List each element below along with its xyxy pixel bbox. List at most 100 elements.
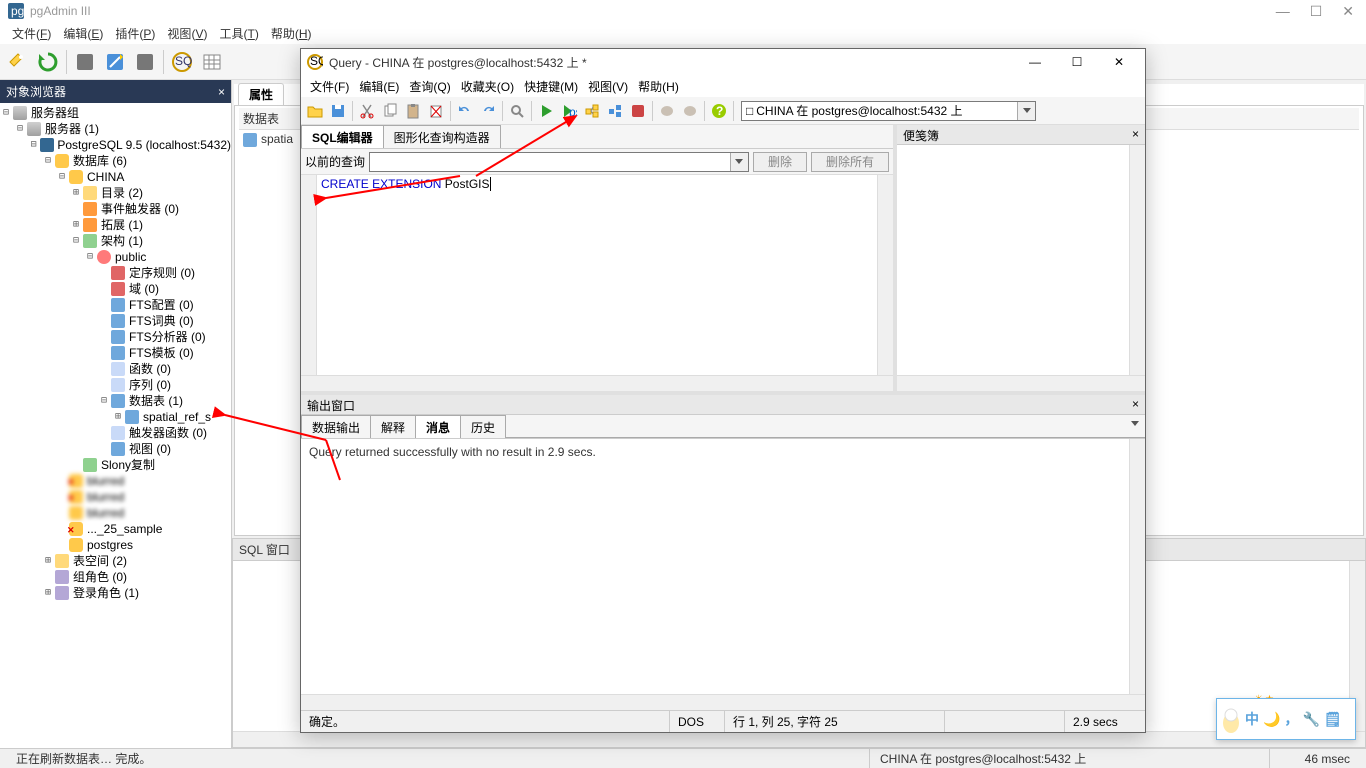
help-icon[interactable]: ? (708, 100, 730, 122)
query-close-button[interactable]: ✕ (1099, 51, 1139, 73)
properties-tab[interactable]: 属性 (238, 83, 284, 105)
create-icon[interactable] (101, 48, 129, 76)
ime-punct-icon[interactable]: ， (1284, 709, 1298, 729)
tree-domains[interactable]: 域 (0) (0, 281, 231, 297)
tree-servers[interactable]: ⊟服务器 (1) (0, 121, 231, 137)
panel-close-icon[interactable]: × (1132, 397, 1139, 412)
scrollbar-vertical[interactable] (1129, 439, 1145, 694)
menu-help[interactable]: 帮助(H) (265, 23, 318, 44)
tree-slony[interactable]: Slony复制 (0, 457, 231, 473)
menu-tools[interactable]: 工具(T) (213, 23, 264, 44)
refresh-icon[interactable] (34, 48, 62, 76)
paste-icon[interactable] (402, 100, 424, 122)
menu-plugins[interactable]: 插件(P) (109, 23, 161, 44)
tree-fts-template[interactable]: FTS模板 (0) (0, 345, 231, 361)
clear-icon[interactable] (425, 100, 447, 122)
scrollbar-vertical[interactable] (877, 175, 893, 375)
qmenu-edit[interactable]: 编辑(E) (354, 76, 404, 97)
tree-fts-config[interactable]: FTS配置 (0) (0, 297, 231, 313)
tree-catalogs[interactable]: ⊞目录 (2) (0, 185, 231, 201)
tree-server-pg95[interactable]: ⊟PostgreSQL 9.5 (localhost:5432) (0, 137, 231, 153)
scrollbar-horizontal[interactable] (301, 694, 1145, 710)
tree-tables[interactable]: ⊟数据表 (1) (0, 393, 231, 409)
scrollbar-vertical[interactable] (1129, 145, 1145, 375)
tree-db-postgres[interactable]: postgres (0, 537, 231, 553)
tree-db-blurred2[interactable]: blurred (0, 489, 231, 505)
delete-all-button[interactable]: 删除所有 (811, 152, 889, 172)
tree-schema-public[interactable]: ⊟public (0, 249, 231, 265)
properties-icon[interactable] (71, 48, 99, 76)
drop-icon[interactable] (131, 48, 159, 76)
tree-databases[interactable]: ⊟数据库 (6) (0, 153, 231, 169)
find-icon[interactable] (506, 100, 528, 122)
tree-db-sample[interactable]: ..._25_sample (0, 521, 231, 537)
output-body[interactable]: Query returned successfully with no resu… (301, 439, 1145, 710)
cancel-icon[interactable] (627, 100, 649, 122)
tree-db-blurred1[interactable]: blurred (0, 473, 231, 489)
tree-tablespaces[interactable]: ⊞表空间 (2) (0, 553, 231, 569)
ime-moon-icon[interactable]: 🌙 (1263, 711, 1280, 728)
rollback-icon[interactable] (679, 100, 701, 122)
tree-server-group[interactable]: ⊟服务器组 (0, 105, 231, 121)
panel-close-icon[interactable]: × (218, 85, 225, 99)
undo-icon[interactable] (454, 100, 476, 122)
tree-views[interactable]: 视图 (0) (0, 441, 231, 457)
menu-edit[interactable]: 编辑(E) (57, 23, 109, 44)
explain-analyze-icon[interactable] (604, 100, 626, 122)
close-button[interactable]: ✕ (1342, 3, 1354, 20)
commit-icon[interactable] (656, 100, 678, 122)
scrollbar-horizontal[interactable] (233, 731, 1365, 747)
delete-button[interactable]: 删除 (753, 152, 807, 172)
qmenu-file[interactable]: 文件(F) (305, 76, 354, 97)
connect-icon[interactable] (4, 48, 32, 76)
tree-db-blurred3[interactable]: blurred (0, 505, 231, 521)
ime-skin-icon[interactable]: 🗒 (1324, 711, 1342, 728)
panel-close-icon[interactable]: × (1132, 127, 1139, 142)
scratch-body[interactable] (897, 145, 1145, 391)
explain-icon[interactable] (581, 100, 603, 122)
tree-sequences[interactable]: 序列 (0) (0, 377, 231, 393)
qmenu-help[interactable]: 帮助(H) (633, 76, 684, 97)
sql-editor[interactable]: CREATE EXTENSION PostGIS (301, 175, 893, 391)
tree-event-triggers[interactable]: 事件触发器 (0) (0, 201, 231, 217)
sql-icon[interactable]: SQL (168, 48, 196, 76)
tree-group-roles[interactable]: 组角色 (0) (0, 569, 231, 585)
execute-pgscript-icon[interactable]: ps (558, 100, 580, 122)
query-minimize-button[interactable]: — (1015, 51, 1055, 73)
ime-settings-icon[interactable]: 🔧 (1302, 711, 1319, 728)
minimize-button[interactable]: — (1276, 3, 1290, 20)
tab-history[interactable]: 历史 (460, 415, 506, 438)
tree-login-roles[interactable]: ⊞登录角色 (1) (0, 585, 231, 601)
object-tree[interactable]: ⊟服务器组 ⊟服务器 (1) ⊟PostgreSQL 9.5 (localhos… (0, 103, 231, 748)
tab-explain[interactable]: 解释 (370, 415, 416, 438)
tab-sql-editor[interactable]: SQL编辑器 (301, 125, 384, 148)
tab-messages[interactable]: 消息 (415, 415, 461, 438)
copy-icon[interactable] (379, 100, 401, 122)
tree-table-spatial[interactable]: ⊞spatial_ref_s (0, 409, 231, 425)
tree-fts-dict[interactable]: FTS词典 (0) (0, 313, 231, 329)
tree-db-china[interactable]: ⊟CHINA (0, 169, 231, 185)
menu-file[interactable]: 文件(F) (6, 23, 57, 44)
chevron-down-icon[interactable] (1017, 102, 1035, 120)
save-icon[interactable] (327, 100, 349, 122)
tree-collations[interactable]: 定序规则 (0) (0, 265, 231, 281)
tree-fts-parser[interactable]: FTS分析器 (0) (0, 329, 231, 345)
tree-trigger-fns[interactable]: 触发器函数 (0) (0, 425, 231, 441)
execute-icon[interactable] (535, 100, 557, 122)
scrollbar-horizontal[interactable] (897, 375, 1145, 391)
qmenu-macros[interactable]: 快捷键(M) (519, 76, 583, 97)
qmenu-view[interactable]: 视图(V) (583, 76, 633, 97)
scrollbar-horizontal[interactable] (301, 375, 893, 391)
tab-data-output[interactable]: 数据输出 (301, 415, 371, 438)
qmenu-query[interactable]: 查询(Q) (404, 76, 455, 97)
view-data-icon[interactable] (198, 48, 226, 76)
tab-graphical-query[interactable]: 图形化查询构造器 (383, 125, 501, 148)
ime-toolbar[interactable]: 中 🌙 ， 🔧 🗒 (1216, 698, 1356, 740)
query-title-bar[interactable]: SQL Query - CHINA 在 postgres@localhost:5… (301, 49, 1145, 75)
qmenu-favorites[interactable]: 收藏夹(O) (456, 76, 519, 97)
tree-schemas[interactable]: ⊟架构 (1) (0, 233, 231, 249)
open-icon[interactable] (304, 100, 326, 122)
tree-extensions[interactable]: ⊞拓展 (1) (0, 217, 231, 233)
prev-queries-combo[interactable] (369, 152, 749, 172)
ime-lang[interactable]: 中 (1245, 709, 1259, 729)
